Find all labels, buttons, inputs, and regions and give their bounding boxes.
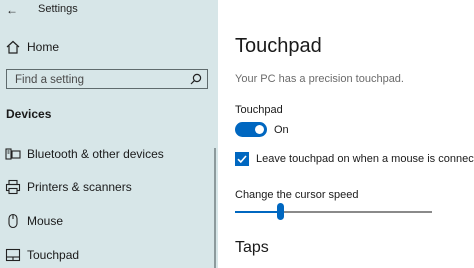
touchpad-group-label: Touchpad	[235, 104, 283, 116]
sidebar-scrollbar[interactable]	[214, 148, 216, 268]
sidebar-item-home[interactable]: Home	[0, 34, 218, 60]
section-title: Devices	[6, 107, 52, 121]
sidebar-item-label: Printers & scanners	[27, 180, 132, 194]
toggle-state-label: On	[274, 124, 289, 136]
search-box[interactable]	[6, 69, 208, 89]
taps-heading: Taps	[235, 239, 269, 256]
printer-icon	[5, 179, 21, 195]
main-content: Touchpad Your PC has a precision touchpa…	[218, 0, 474, 268]
checkmark-icon	[237, 155, 247, 164]
title-bar: ← Settings	[0, 0, 218, 20]
cursor-speed-fill	[235, 211, 281, 213]
sidebar-item-label: Mouse	[27, 214, 64, 228]
sidebar-item-label: Touchpad	[27, 248, 80, 262]
touchpad-icon	[5, 248, 21, 262]
page-title: Touchpad	[235, 35, 322, 57]
app-title: Settings	[38, 3, 78, 15]
sidebar-item-mouse[interactable]: Mouse	[0, 208, 218, 234]
precision-touchpad-note: Your PC has a precision touchpad.	[235, 73, 404, 85]
sidebar-item-label: Home	[27, 40, 60, 54]
cursor-speed-label: Change the cursor speed	[235, 189, 359, 201]
back-arrow-icon[interactable]: ←	[6, 3, 18, 17]
checkbox-label: Leave touchpad on when a mouse is connec…	[256, 153, 474, 165]
sidebar-item-touchpad[interactable]: Touchpad	[0, 242, 218, 268]
leave-touchpad-on-checkbox[interactable]	[235, 152, 249, 166]
sidebar-item-label: Bluetooth & other devices	[27, 147, 164, 161]
search-icon[interactable]	[190, 73, 202, 85]
search-input[interactable]	[13, 72, 187, 88]
toggle-knob	[255, 125, 264, 134]
mouse-icon	[8, 213, 18, 229]
cursor-speed-slider-thumb[interactable]	[277, 203, 284, 220]
bluetooth-devices-icon	[5, 148, 21, 160]
sidebar-item-printers[interactable]: Printers & scanners	[0, 174, 218, 200]
home-icon	[6, 40, 20, 54]
sidebar: ← Settings Home Devices Bluetooth & othe…	[0, 0, 218, 268]
sidebar-item-bluetooth[interactable]: Bluetooth & other devices	[0, 141, 218, 167]
touchpad-toggle[interactable]	[235, 122, 267, 137]
